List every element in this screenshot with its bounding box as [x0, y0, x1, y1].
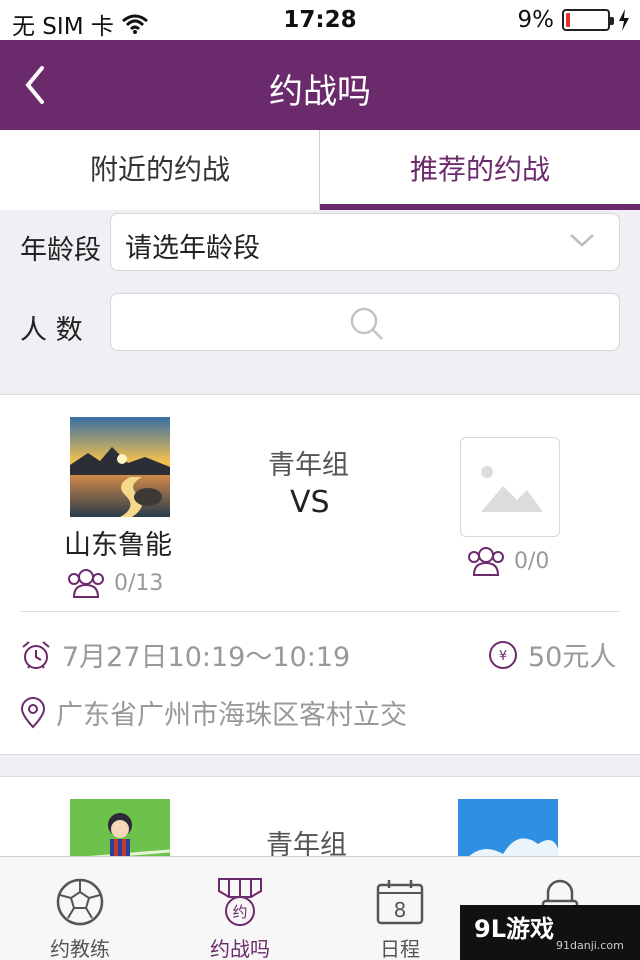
nav-bar: 约战吗 [0, 40, 640, 130]
away-members-count: 0/0 [514, 548, 550, 574]
card-divider [20, 611, 620, 612]
battery-group: 9% [518, 7, 631, 33]
soccer-ball-icon [56, 878, 104, 926]
calendar-badge-text: 8 [394, 898, 407, 922]
chevron-down-icon [570, 234, 594, 247]
alarm-clock-icon [22, 640, 50, 669]
filter-panel: 年龄段 请选年龄段 人 数 [0, 210, 640, 374]
tabbar-label: 日程 [380, 937, 420, 960]
app-screen: 无 SIM 卡 17:28 9% 约战吗 附近的约战 推荐的约战 年龄段 请选年… [0, 0, 640, 960]
medal-icon: 约 [218, 878, 262, 926]
group-label: 青年组 [268, 450, 349, 481]
count-label: 人 数 [20, 315, 83, 346]
svg-text:¥: ¥ [499, 649, 507, 664]
status-bar: 无 SIM 卡 17:28 9% [0, 0, 640, 40]
tabbar-label: 约战吗 [210, 937, 270, 960]
match-location: 广东省广州市海珠区客村立交 [56, 700, 407, 731]
team-members-icon [468, 547, 504, 576]
image-placeholder-icon [481, 466, 543, 512]
yuan-coin-icon: ¥ [489, 640, 517, 669]
search-icon [350, 307, 383, 340]
price-row: ¥ 50元人 [488, 635, 616, 674]
match-price: 50元人 [528, 642, 617, 673]
team-members-icon [68, 569, 104, 598]
medal-badge-text: 约 [232, 903, 247, 921]
watermark-logo: 9L游戏 91danji.com [460, 905, 640, 960]
age-select-value: 请选年龄段 [125, 233, 260, 264]
vs-label: VS [290, 485, 330, 520]
battery-fill [566, 13, 570, 27]
tabbar-label: 约教练 [50, 937, 110, 960]
location-pin-icon [20, 696, 46, 728]
age-label: 年龄段 [20, 235, 101, 266]
home-team-logo [70, 417, 170, 517]
tabbar-item-coach[interactable]: 约教练 [0, 857, 160, 960]
battery-percent: 9% [517, 7, 555, 33]
home-team-name: 山东鲁能 [64, 530, 172, 561]
watermark-site: 91danji.com [556, 939, 624, 952]
calendar-icon: 8 [376, 880, 424, 925]
tab-recommended[interactable]: 推荐的约战 [320, 130, 640, 210]
watermark-brand: 9L游戏 [474, 915, 554, 943]
match-card[interactable]: 山东鲁能 0/13 青年组 VS 0/0 7月27日10:19～10:19 ¥ … [0, 394, 640, 755]
match-time-row: 7月27日10:19～10:19 [20, 635, 350, 674]
tab-nearby[interactable]: 附近的约战 [0, 130, 320, 210]
location-row: 广东省广州市海珠区客村立交 [20, 693, 407, 732]
tabbar-item-match[interactable]: 约 约战吗 [160, 857, 320, 960]
charging-icon [619, 9, 629, 31]
home-members-count: 0/13 [114, 570, 164, 596]
segment-tabs: 附近的约战 推荐的约战 [0, 130, 640, 210]
age-select[interactable]: 请选年龄段 [110, 213, 620, 271]
match-time: 7月27日10:19～10:19 [62, 642, 351, 673]
battery-icon [562, 9, 614, 31]
home-members: 0/13 [66, 567, 163, 599]
tab-divider [319, 130, 320, 210]
away-team-logo [460, 437, 560, 537]
away-members: 0/0 [466, 545, 549, 577]
page-title: 约战吗 [269, 72, 371, 112]
tabbar-item-schedule[interactable]: 8 日程 [320, 857, 480, 960]
count-search-field[interactable] [110, 293, 620, 351]
